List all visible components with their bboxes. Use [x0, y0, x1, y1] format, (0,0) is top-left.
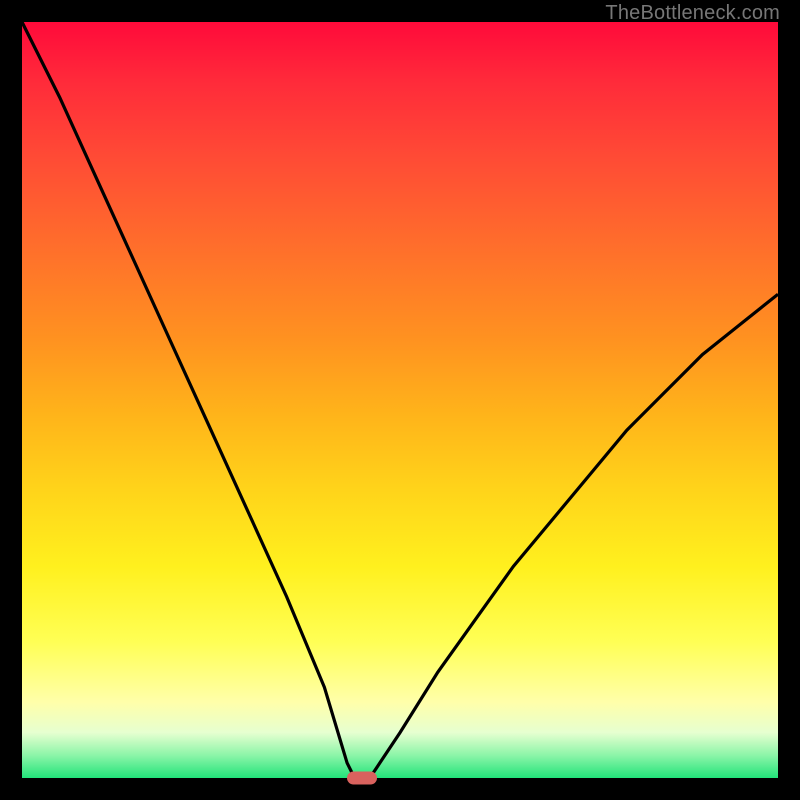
optimal-point-marker [347, 772, 377, 785]
chart-frame: TheBottleneck.com [0, 0, 800, 800]
plot-area [22, 22, 778, 778]
bottleneck-curve [22, 22, 778, 778]
watermark-text: TheBottleneck.com [605, 2, 780, 25]
